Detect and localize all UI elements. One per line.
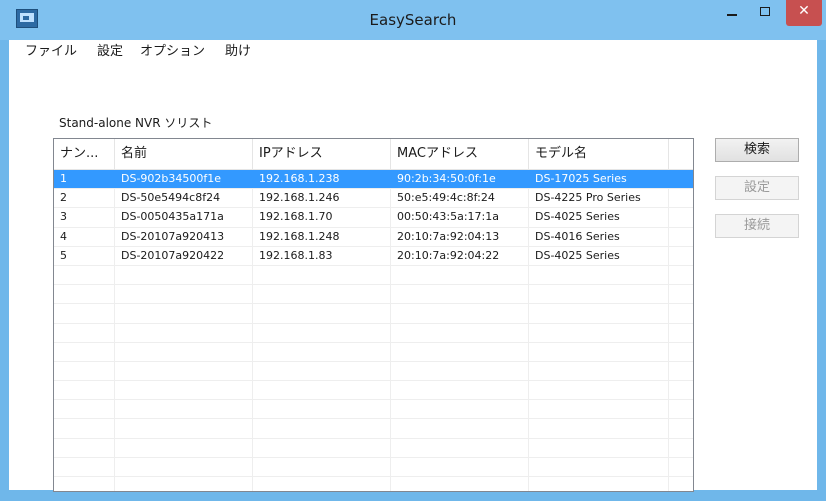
table-cell: 50:e5:49:4c:8f:24 xyxy=(397,191,495,205)
table-cell: DS-50e5494c8f24 xyxy=(121,191,221,205)
table-row[interactable] xyxy=(54,362,693,382)
menu-file[interactable]: ファイル xyxy=(23,42,79,62)
table-cell: 1 xyxy=(60,172,67,185)
table-cell: DS-4025 Series xyxy=(535,210,620,224)
table-cell: 90:2b:34:50:0f:1e xyxy=(397,172,496,185)
table-cell: 20:10:7a:92:04:13 xyxy=(397,229,500,243)
menu-help[interactable]: 助け xyxy=(223,42,253,62)
maximize-button[interactable] xyxy=(751,0,781,26)
search-button[interactable]: 検索 xyxy=(715,138,799,162)
table-row[interactable] xyxy=(54,400,693,420)
title-bar[interactable]: EasySearch xyxy=(0,0,826,40)
table-cell: DS-17025 Series xyxy=(535,172,627,185)
menu-options[interactable]: オプション xyxy=(138,42,207,62)
column-header-name[interactable]: 名前 xyxy=(115,139,253,169)
table-row[interactable] xyxy=(54,324,693,343)
table-row[interactable]: 5 DS-20107a920422 192.168.1.83 20:10:7a:92:… xyxy=(54,247,693,266)
client-area: ファイル 設定 オプション 助け Stand-alone NVR ソリスト ナン… xyxy=(9,40,817,492)
menu-settings[interactable]: 設定 xyxy=(95,42,125,62)
table-cell: 192.168.1.246 xyxy=(259,191,340,205)
column-header-mac[interactable]: MACアドレス xyxy=(391,139,529,169)
table-row[interactable] xyxy=(54,285,693,305)
column-header-bar: ナン... 名前 IPアドレス MACアドレス モデル名 xyxy=(54,139,693,170)
table-cell: 3 xyxy=(60,210,67,224)
table-row[interactable] xyxy=(54,381,693,401)
table-cell: DS-4025 Series xyxy=(535,248,620,262)
table-cell: DS-20107a920422 xyxy=(121,248,225,262)
table-cell: DS-4225 Pro Series xyxy=(535,191,641,205)
table-row[interactable] xyxy=(54,458,693,477)
minimize-button[interactable] xyxy=(717,0,747,26)
settings-button[interactable]: 設定 xyxy=(715,176,799,200)
table-cell: 2 xyxy=(60,191,67,205)
table-cell: 192.168.1.83 xyxy=(259,248,333,262)
table-row[interactable] xyxy=(54,304,693,324)
table-cell: DS-0050435a171a xyxy=(121,210,224,224)
column-header-filler xyxy=(669,139,693,169)
connect-button[interactable]: 接続 xyxy=(715,214,799,238)
table-cell: 5 xyxy=(60,248,67,262)
table-row[interactable]: 1 DS-902b34500f1e 192.168.1.238 90:2b:34:50… xyxy=(54,170,693,190)
device-list-label: Stand-alone NVR ソリスト xyxy=(59,116,213,130)
column-header-ip[interactable]: IPアドレス xyxy=(253,139,391,169)
table-cell: 20:10:7a:92:04:22 xyxy=(397,248,500,262)
table-row[interactable]: 4 DS-20107a920413 192.168.1.248 20:10:7a:92… xyxy=(54,228,693,247)
table-row[interactable]: 2 DS-50e5494c8f24 192.168.1.246 50:e5:49:4c… xyxy=(54,189,693,209)
table-row[interactable] xyxy=(54,343,693,362)
table-row[interactable] xyxy=(54,439,693,458)
table-cell: 192.168.1.70 xyxy=(259,210,333,224)
table-row[interactable] xyxy=(54,266,693,286)
device-list[interactable]: ナン... 名前 IPアドレス MACアドレス モデル名 1 DS-902b345… xyxy=(53,138,694,492)
table-cell: 192.168.1.248 xyxy=(259,229,340,243)
table-body: 1 DS-902b34500f1e 192.168.1.238 90:2b:34:50… xyxy=(54,170,693,477)
table-cell: 00:50:43:5a:17:1a xyxy=(397,210,499,224)
column-header-number[interactable]: ナン... xyxy=(54,139,115,169)
app-window: EasySearch ファイル 設定 オプション 助け Stand-alone … xyxy=(0,0,826,501)
table-cell: 192.168.1.238 xyxy=(259,172,340,185)
menu-bar: ファイル 設定 オプション 助け xyxy=(9,40,817,64)
window-title: EasySearch xyxy=(369,11,457,29)
table-row[interactable]: 3 DS-0050435a171a 192.168.1.70 00:50:43:5a:… xyxy=(54,208,693,228)
column-header-model[interactable]: モデル名 xyxy=(529,139,669,169)
table-cell: DS-20107a920413 xyxy=(121,229,225,243)
table-cell: DS-902b34500f1e xyxy=(121,172,222,185)
close-button[interactable] xyxy=(786,0,822,26)
table-row[interactable] xyxy=(54,419,693,439)
table-cell: 4 xyxy=(60,229,67,243)
table-cell: DS-4016 Series xyxy=(535,229,620,243)
